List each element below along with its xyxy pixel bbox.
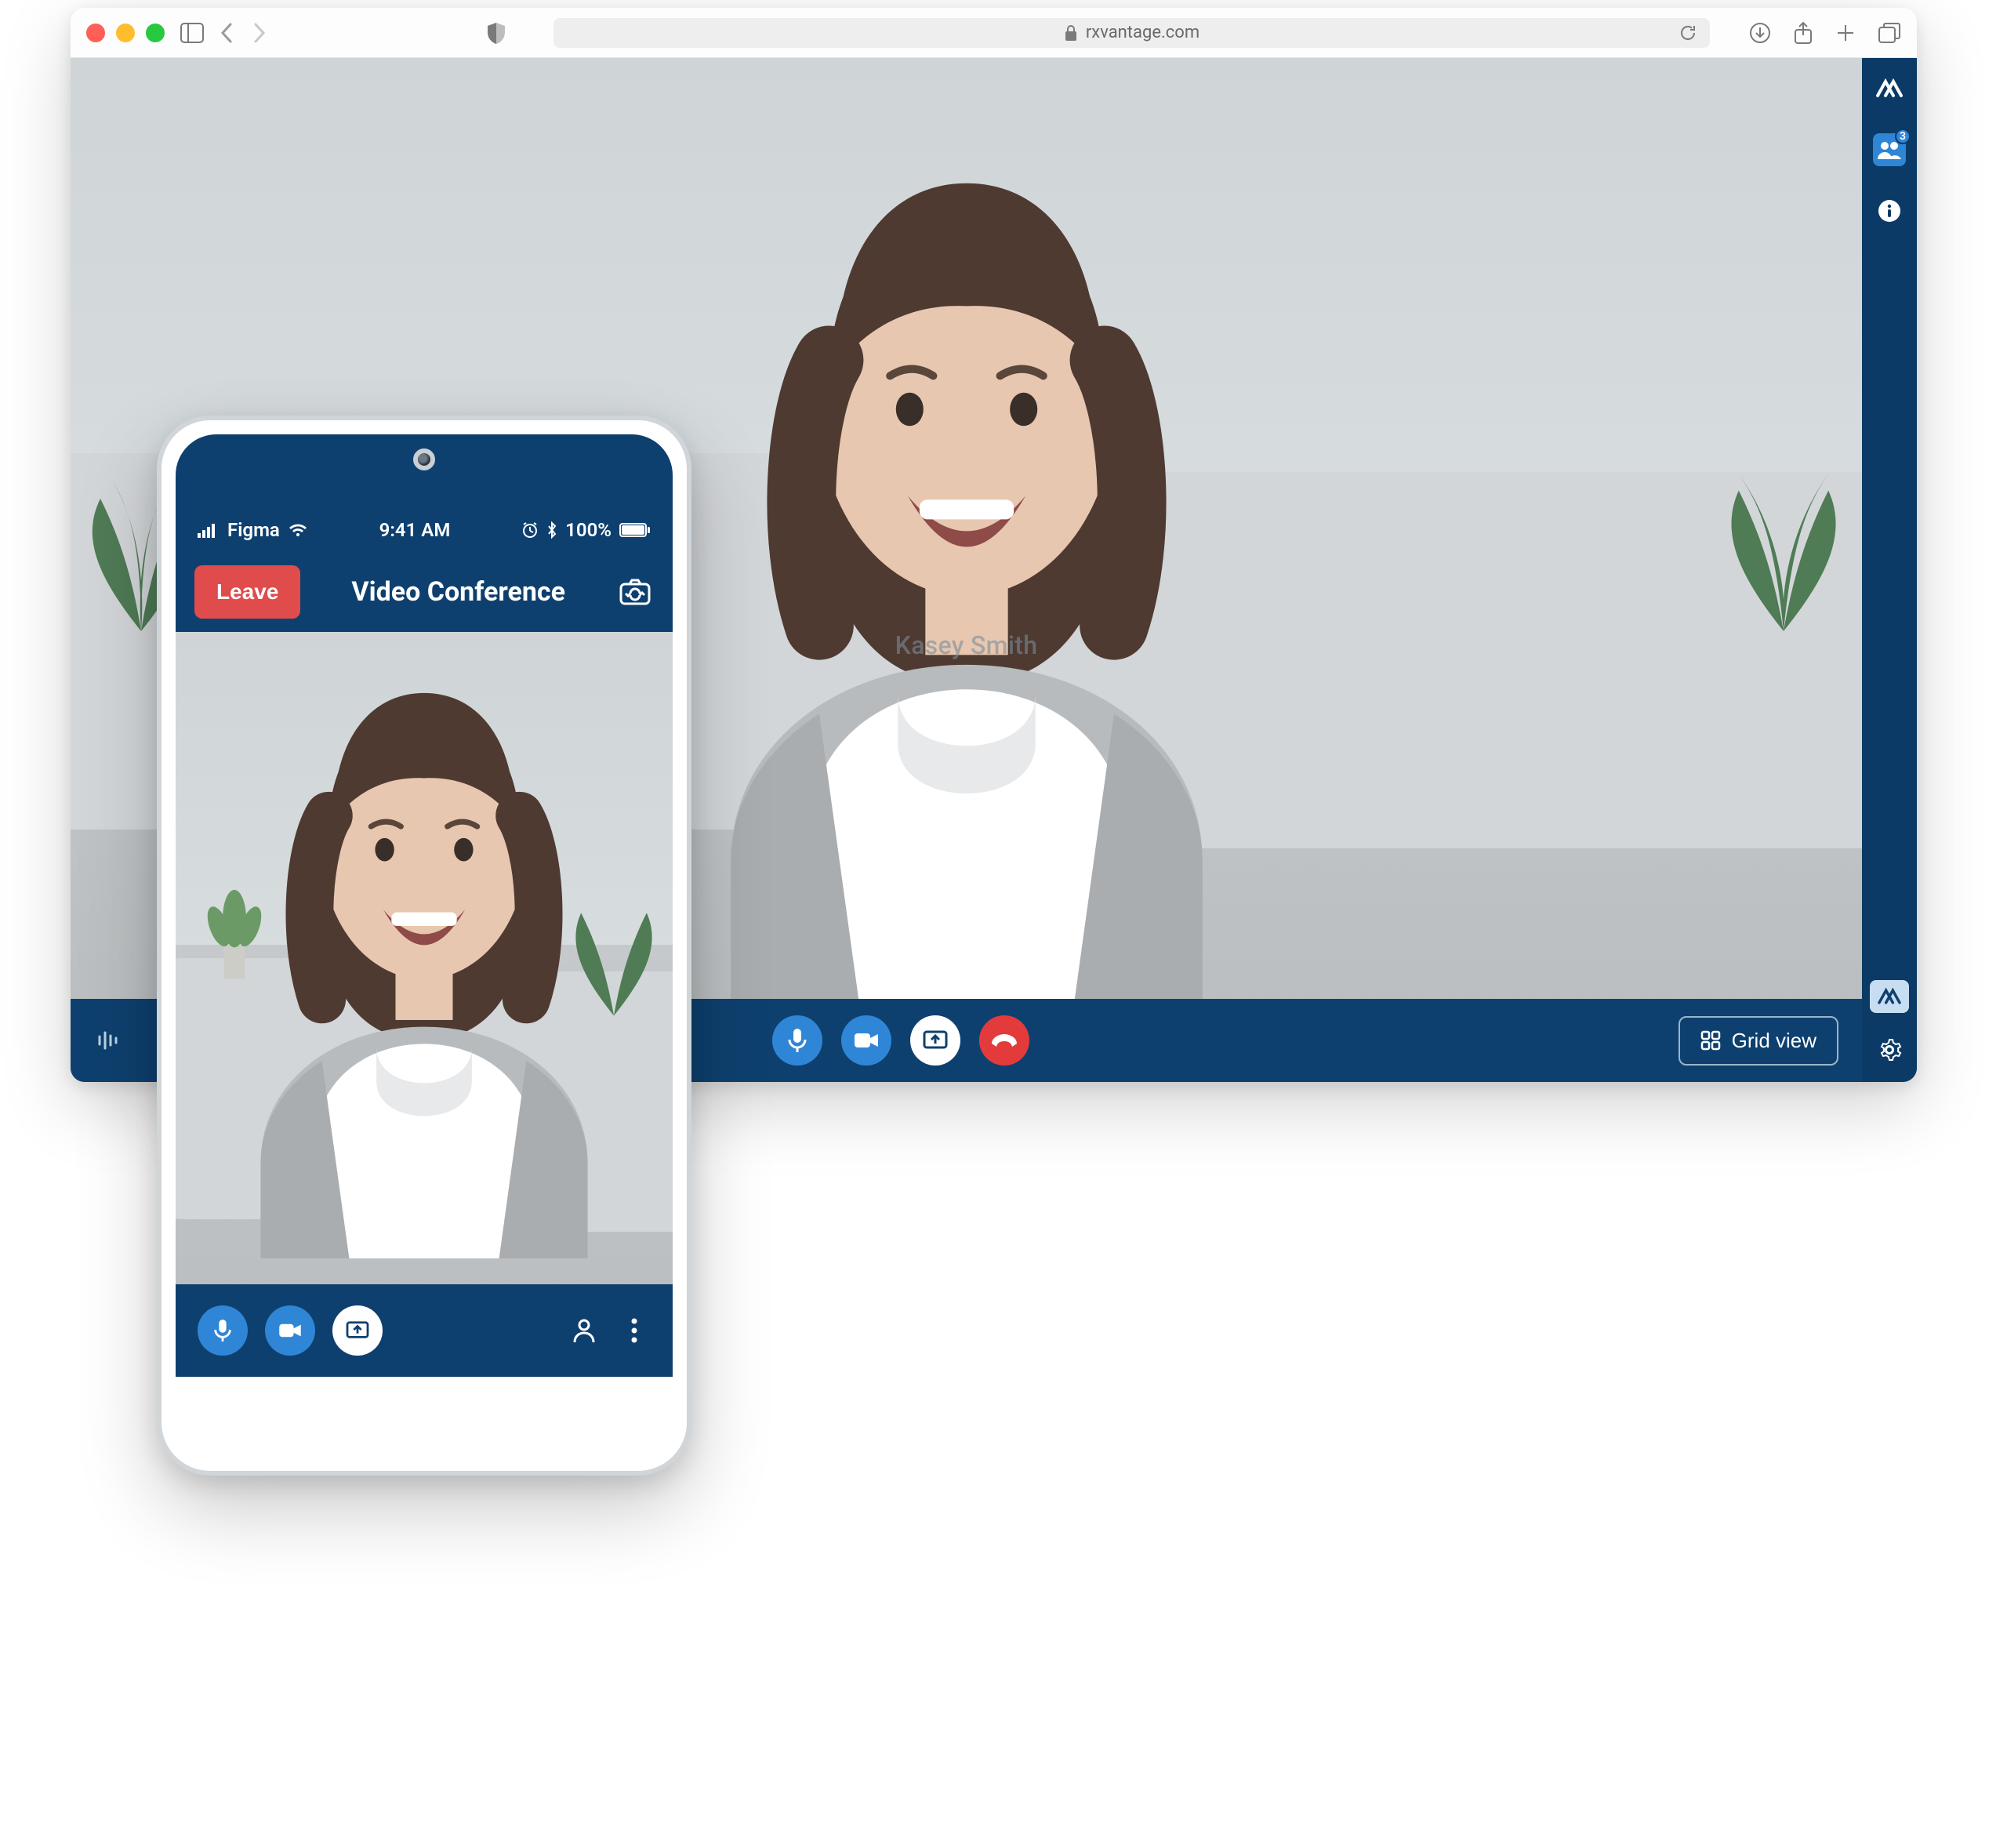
new-tab-icon[interactable] — [1835, 23, 1856, 43]
alarm-icon — [521, 521, 539, 539]
grid-icon — [1700, 1030, 1721, 1051]
lock-icon — [1064, 24, 1078, 42]
plant-decor-icon — [1682, 437, 1862, 641]
carrier-label: Figma — [227, 519, 280, 541]
page-title: Video Conference — [319, 576, 597, 608]
battery-icon — [619, 523, 651, 537]
nav-forward-button[interactable] — [251, 22, 267, 44]
self-view-thumbnail[interactable] — [1870, 980, 1909, 1013]
window-maximize-button[interactable] — [146, 24, 165, 42]
clock-label: 9:41 AM — [308, 519, 521, 541]
window-minimize-button[interactable] — [116, 24, 135, 42]
phone-remote-video — [176, 632, 673, 1284]
participants-button[interactable]: 3 — [1873, 133, 1906, 166]
flip-camera-button[interactable] — [616, 573, 654, 611]
tabs-icon[interactable] — [1878, 22, 1901, 44]
grid-view-button[interactable]: Grid view — [1679, 1016, 1838, 1066]
more-options-icon[interactable] — [618, 1317, 651, 1344]
participant-figure — [195, 645, 652, 1258]
cell-signal-icon — [198, 522, 220, 538]
browser-chrome: rxvantage.com — [71, 8, 1917, 58]
info-button[interactable] — [1873, 194, 1906, 227]
hang-up-button[interactable] — [979, 1015, 1029, 1066]
participants-count-badge: 3 — [1895, 129, 1911, 144]
share-icon[interactable] — [1793, 21, 1813, 45]
browser-address-bar[interactable]: rxvantage.com — [553, 18, 1710, 48]
window-close-button[interactable] — [86, 24, 105, 42]
audio-activity-icon — [94, 1027, 124, 1054]
battery-label: 100% — [565, 519, 612, 541]
phone-front-camera — [413, 448, 435, 470]
downloads-icon[interactable] — [1749, 22, 1771, 44]
phone-home-area — [176, 1377, 673, 1457]
phone-app-header: Leave Video Conference — [176, 552, 673, 632]
status-left: Figma — [198, 519, 308, 541]
phone-controls-bar — [176, 1284, 673, 1377]
phone-device: Figma 9:41 AM 100% Leave V — [157, 416, 691, 1476]
window-traffic-lights — [86, 24, 165, 42]
share-screen-button[interactable] — [910, 1015, 960, 1066]
settings-button[interactable] — [1873, 1033, 1906, 1066]
reload-icon[interactable] — [1679, 24, 1697, 42]
microphone-button[interactable] — [772, 1015, 822, 1066]
browser-url: rxvantage.com — [1086, 23, 1199, 42]
nav-back-button[interactable] — [220, 22, 235, 44]
right-sidebar: 3 — [1862, 58, 1917, 1082]
grid-view-label: Grid view — [1732, 1029, 1816, 1053]
microphone-button[interactable] — [198, 1305, 248, 1356]
wifi-icon — [288, 522, 308, 538]
app-logo-icon[interactable] — [1873, 72, 1906, 105]
camera-button[interactable] — [841, 1015, 891, 1066]
leave-button[interactable]: Leave — [194, 565, 300, 619]
bluetooth-icon — [546, 521, 557, 539]
status-right: 100% — [521, 519, 651, 541]
participant-name: Kasey Smith — [895, 630, 1038, 660]
sidebar-toggle-icon[interactable] — [180, 23, 204, 43]
share-screen-button[interactable] — [332, 1305, 383, 1356]
participants-icon[interactable] — [568, 1317, 601, 1344]
privacy-shield-icon[interactable] — [486, 21, 506, 45]
camera-button[interactable] — [265, 1305, 315, 1356]
browser-right-controls — [1749, 21, 1901, 45]
